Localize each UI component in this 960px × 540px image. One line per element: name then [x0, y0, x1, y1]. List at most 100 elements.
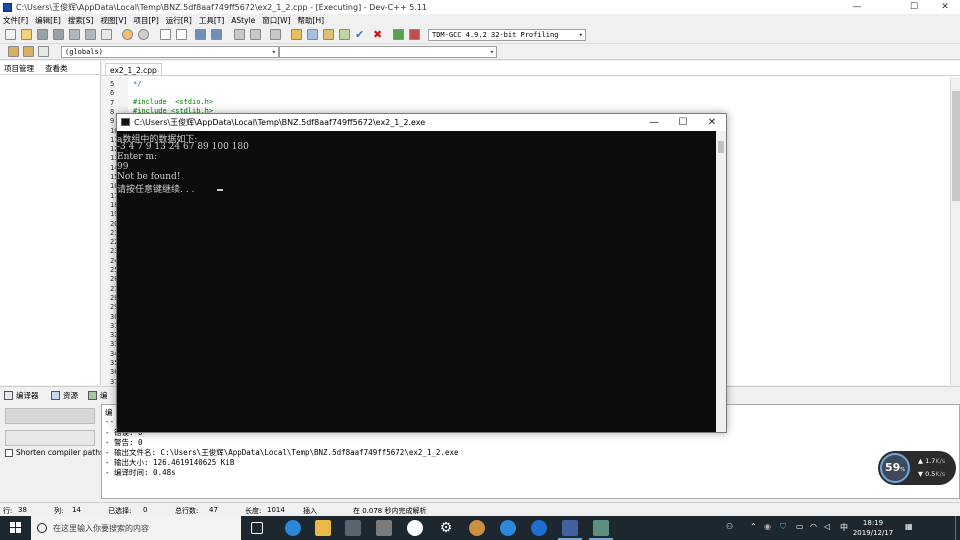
security-icon[interactable]: ⛉	[780, 522, 786, 532]
menu-help[interactable]: 帮助[H]	[298, 15, 325, 26]
tab-class-view[interactable]: 查看类	[45, 63, 68, 74]
scope-select-value: (globals)	[65, 48, 103, 56]
redo-icon[interactable]	[138, 29, 149, 40]
kugou-music-icon[interactable]	[500, 520, 516, 536]
close-all-icon[interactable]	[85, 29, 96, 40]
status-col-value: 14	[72, 506, 81, 514]
insert-icon[interactable]	[8, 46, 19, 57]
network-tray-icon[interactable]: ◉	[764, 522, 771, 531]
open-file-icon[interactable]	[21, 29, 32, 40]
editor-scrollbar[interactable]	[950, 77, 960, 385]
volume-icon[interactable]: ◁	[824, 522, 830, 531]
compile-icon[interactable]	[291, 29, 302, 40]
run-icon[interactable]	[307, 29, 318, 40]
task-view-icon[interactable]	[251, 522, 263, 534]
status-length-label: 长度:	[245, 507, 262, 515]
close-button[interactable]: ✕	[930, 0, 960, 14]
console-maximize-button[interactable]: ☐	[669, 114, 697, 131]
menu-tools[interactable]: 工具[T]	[199, 15, 224, 26]
line-number: 5	[110, 80, 115, 88]
abort-compile-button[interactable]	[5, 408, 95, 424]
menu-project[interactable]: 项目[P]	[133, 15, 158, 26]
find-icon[interactable]	[160, 29, 171, 40]
editor-scrollbar-thumb[interactable]	[952, 91, 960, 201]
people-icon[interactable]: ⚇	[726, 522, 733, 531]
goto-bookmark-icon[interactable]	[38, 46, 49, 57]
show-desktop-button[interactable]	[955, 516, 956, 540]
console-output[interactable]: a数组中的数据如下: -3 4 7 9 13 24 67 89 100 180 …	[117, 131, 716, 432]
check-syntax-icon[interactable]: ✔	[355, 29, 366, 40]
system-clock[interactable]: 18:19 2019/12/17	[851, 518, 895, 538]
editor-tab-divider	[102, 75, 960, 76]
edge-browser-icon[interactable]	[285, 520, 301, 536]
undo-icon[interactable]	[122, 29, 133, 40]
window-title: C:\Users\王俊辉\AppData\Local\Temp\BNZ.5df8…	[16, 2, 428, 12]
chevron-up-icon[interactable]: ⌃	[750, 522, 757, 531]
bookmark-icon[interactable]	[211, 29, 222, 40]
member-select[interactable]: ▾	[279, 46, 497, 58]
devcpp-app-icon	[3, 2, 12, 12]
store-icon[interactable]	[345, 520, 361, 536]
media-player-icon[interactable]	[376, 520, 392, 536]
file-explorer-icon[interactable]	[315, 520, 331, 536]
compile-run-icon[interactable]	[323, 29, 334, 40]
console-window[interactable]: C:\Users\王俊辉\AppData\Local\Temp\BNZ.5df8…	[116, 113, 727, 433]
maximize-button[interactable]: ☐	[899, 0, 929, 14]
stop-execution-icon[interactable]: ✖	[373, 29, 384, 40]
close-file-icon[interactable]	[69, 29, 80, 40]
app-icon[interactable]	[407, 520, 423, 536]
shorten-paths-checkbox[interactable]	[5, 448, 13, 457]
shorten-paths-option[interactable]: Shorten compiler paths	[5, 448, 104, 457]
new-file-icon[interactable]	[5, 29, 16, 40]
tab-project-manager[interactable]: 项目管理	[4, 63, 34, 74]
console-titlebar[interactable]: C:\Users\王俊辉\AppData\Local\Temp\BNZ.5df8…	[117, 114, 726, 131]
menu-run[interactable]: 运行[R]	[166, 15, 192, 26]
taskbar-search-box[interactable]: 在这里输入你要搜索的内容	[31, 516, 241, 540]
toggle-bookmark-icon[interactable]	[23, 46, 34, 57]
menu-window[interactable]: 窗口[W]	[262, 15, 290, 26]
wifi-icon[interactable]: ◠	[810, 522, 817, 531]
console-scrollbar-thumb[interactable]	[718, 141, 724, 153]
status-length-value: 1014	[267, 506, 285, 514]
save-icon[interactable]	[37, 29, 48, 40]
photo-app-icon[interactable]	[469, 520, 485, 536]
status-row-label: 行:	[3, 507, 13, 515]
tab-compile-log[interactable]: 编	[88, 390, 108, 401]
bluetooth-app-icon[interactable]	[531, 520, 547, 536]
action-center-icon[interactable]: ▦	[905, 522, 913, 531]
scope-select[interactable]: (globals) ▾	[61, 46, 279, 58]
profile-chart-icon[interactable]	[393, 29, 404, 40]
window-titlebar: C:\Users\王俊辉\AppData\Local\Temp\BNZ.5df8…	[0, 0, 960, 14]
console-scrollbar[interactable]	[716, 131, 726, 432]
windows-start-icon[interactable]	[10, 522, 22, 534]
console-taskbar-icon[interactable]	[593, 520, 609, 536]
devcpp-taskbar-icon[interactable]	[562, 520, 578, 536]
download-speed: ▼ 0.5K/s	[918, 470, 946, 478]
console-minimize-button[interactable]: —	[640, 114, 668, 131]
delete-profile-icon[interactable]	[409, 29, 420, 40]
menu-search[interactable]: 搜索[S]	[68, 15, 94, 26]
console-close-button[interactable]: ✕	[698, 114, 726, 131]
replace-icon[interactable]	[176, 29, 187, 40]
tab-resources[interactable]: 资源	[51, 390, 78, 401]
ime-indicator[interactable]: 中	[840, 522, 848, 533]
tab-compiler[interactable]: 编译器	[4, 390, 39, 401]
network-monitor-widget[interactable]: 59% ▲ 1.7K/s ▼ 0.5K/s	[878, 451, 956, 485]
minimize-button[interactable]: —	[842, 0, 872, 14]
settings-gear-icon[interactable]: ⚙	[438, 520, 454, 536]
compiler-select[interactable]: TDM-GCC 4.9.2 32-bit Profiling ▾	[428, 29, 586, 41]
taskbar: 在这里输入你要搜索的内容 ⚙ ⚇ ⌃ ◉ ⛉ ▭ ◠ ◁ 中 18:19 201…	[0, 516, 960, 540]
log-line: - 编译时间: 0.48s	[105, 468, 176, 477]
indent-right-icon[interactable]	[250, 29, 261, 40]
rebuild-all-icon[interactable]	[339, 29, 350, 40]
menu-astyle[interactable]: AStyle	[231, 16, 255, 25]
battery-icon[interactable]: ▭	[796, 522, 804, 531]
print-icon[interactable]	[101, 29, 112, 40]
save-all-icon[interactable]	[53, 29, 64, 40]
toggle-comment-icon[interactable]	[270, 29, 281, 40]
indent-left-icon[interactable]	[234, 29, 245, 40]
goto-line-icon[interactable]	[195, 29, 206, 40]
menu-edit[interactable]: 编辑[E]	[35, 15, 61, 26]
menu-file[interactable]: 文件[F]	[3, 15, 28, 26]
menu-view[interactable]: 视图[V]	[100, 15, 126, 26]
